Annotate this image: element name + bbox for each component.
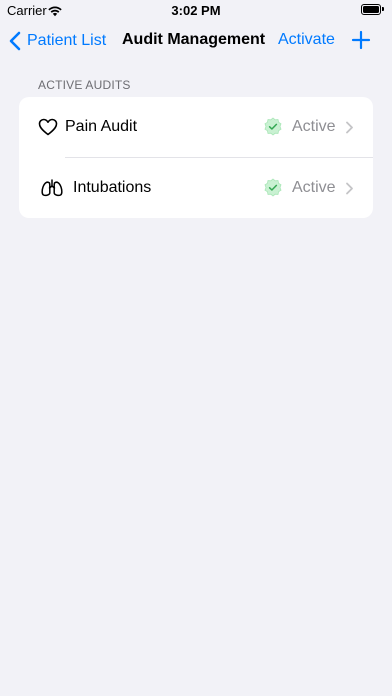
chevron-left-icon [9,31,21,51]
list-item-label: Pain Audit [65,118,138,135]
lungs-icon [40,179,64,197]
back-button-label: Patient List [27,32,107,49]
battery-icon [361,4,384,15]
activate-button[interactable]: Activate [278,31,335,49]
navigation-bar: Patient List Audit Management Activate [0,22,392,60]
add-button[interactable] [351,30,371,50]
heart-icon [38,118,58,136]
checkmark-seal-icon [263,178,283,198]
list-item-label: Intubations [73,179,152,196]
audit-list: Pain Audit Active Intubations Active [19,97,373,218]
back-button[interactable]: Patient List [9,29,106,53]
section-header-active-audits: ACTIVE AUDITS [38,78,131,92]
chevron-right-icon [345,182,354,195]
status-label: Active [292,118,336,135]
clock: 3:02 PM [171,3,221,18]
page-title: Audit Management [122,31,266,48]
list-item-pain-audit[interactable]: Pain Audit Active [19,97,373,158]
status-bar: Carrier 3:02 PM [0,0,392,22]
chevron-right-icon [345,121,354,134]
plus-icon [351,30,371,54]
status-label: Active [292,179,336,196]
checkmark-seal-icon [263,117,283,137]
list-item-intubations[interactable]: Intubations Active [19,158,373,218]
